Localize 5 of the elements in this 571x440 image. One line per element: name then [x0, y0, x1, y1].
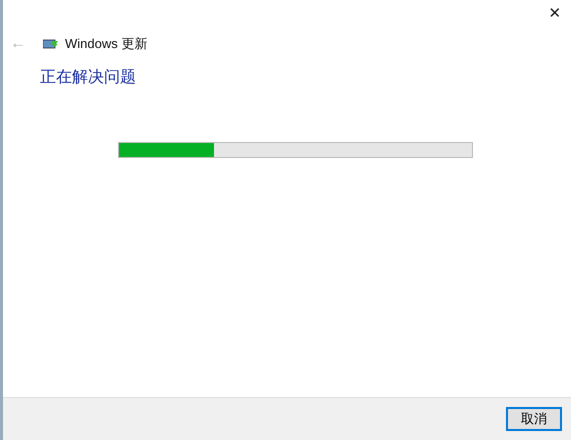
page-heading: 正在解决问题	[40, 69, 136, 86]
close-button[interactable]: ✕	[541, 0, 569, 28]
cancel-button[interactable]: 取消	[506, 407, 562, 431]
window-title: Windows 更新	[65, 35, 148, 54]
troubleshooter-icon	[43, 38, 59, 50]
